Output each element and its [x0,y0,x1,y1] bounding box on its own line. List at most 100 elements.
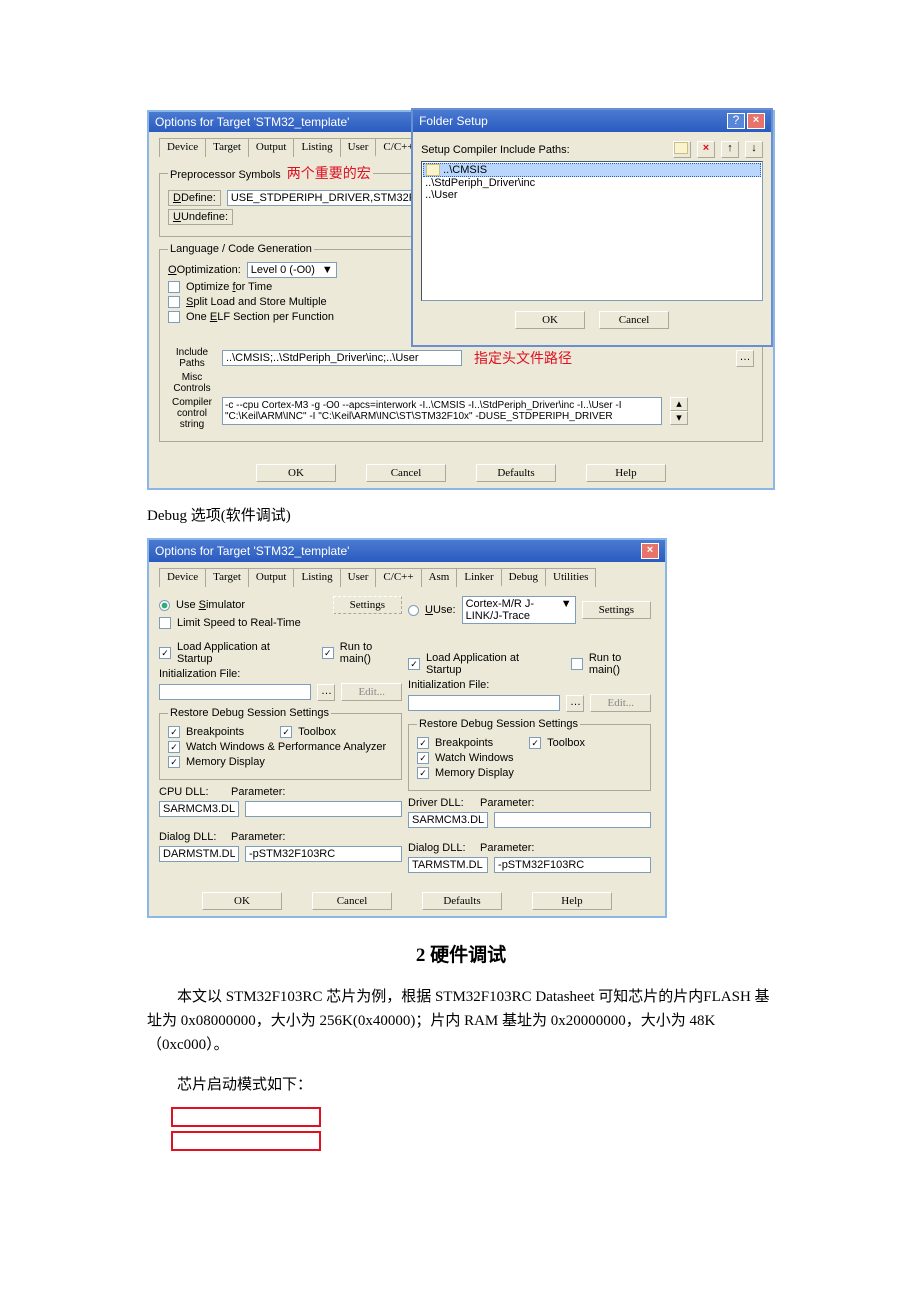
tab-target[interactable]: Target [205,138,249,157]
tab-user[interactable]: User [340,138,377,157]
browse-button-r[interactable]: … [566,695,584,712]
cancel-button[interactable]: Cancel [312,892,392,910]
settings-button-left[interactable]: Settings [333,596,402,614]
tool-check-l[interactable]: ✓ [280,726,292,738]
dialogdll-param-r[interactable] [494,857,651,873]
defaults-button[interactable]: Defaults [476,464,556,482]
tool-check-r[interactable]: ✓ [529,737,541,749]
dialogdll-input-r[interactable] [408,857,488,873]
tab-linker[interactable]: Linker [456,568,501,587]
options-folder-composite: Folder Setup ? × Setup Compiler Include … [147,110,775,490]
run-main-label-r: Run to main() [589,652,651,676]
tab-user[interactable]: User [340,568,377,587]
use-simulator-radio[interactable] [159,600,170,611]
load-app-check-l[interactable]: ✓ [159,647,171,659]
mem-check-l[interactable]: ✓ [168,756,180,768]
init-file-input-l[interactable] [159,684,311,700]
restore-legend-l: Restore Debug Session Settings [168,707,331,719]
dialogdll-param-l[interactable] [245,846,402,862]
tab-utilities[interactable]: Utilities [545,568,596,587]
tab-output[interactable]: Output [248,138,295,157]
cancel-button[interactable]: Cancel [599,311,669,329]
restore-legend-r: Restore Debug Session Settings [417,718,580,730]
optimize-time-check[interactable] [168,281,180,293]
use-label: UUse: [425,604,456,616]
folder-setup-titlebar: Folder Setup ? × [413,110,771,132]
browse-button-l[interactable]: … [317,684,335,701]
tab-device[interactable]: Device [159,138,206,157]
scroll-down-icon[interactable]: ▾ [670,411,688,425]
one-elf-check[interactable] [168,311,180,323]
new-icon[interactable] [673,141,691,158]
debug-caption: Debug 选项(软件调试) [147,504,775,528]
tab-device[interactable]: Device [159,568,206,587]
tab-target[interactable]: Target [205,568,249,587]
browse-paths-button[interactable]: … [736,350,754,367]
mem-check-r[interactable]: ✓ [417,767,429,779]
bp-check-l[interactable]: ✓ [168,726,180,738]
folder-setup-title: Folder Setup [419,114,488,128]
cpudll-param-input[interactable] [245,801,402,817]
tab-output[interactable]: Output [248,568,295,587]
use-simulator-label: Use Simulator [176,599,245,611]
defaults-button[interactable]: Defaults [422,892,502,910]
compiler-control-label: Compiler control string [168,397,216,430]
run-main-check-l[interactable]: ✓ [322,647,334,659]
param-label-l: Parameter: [231,786,285,798]
tab-asm[interactable]: Asm [421,568,458,587]
use-hw-radio[interactable] [408,605,419,616]
body-para: 本文以 STM32F103RC 芯片为例，根据 STM32F103RC Data… [147,985,775,1057]
optimization-select[interactable]: Level 0 (-O0)▼ [247,262,337,278]
list-item: ..\StdPeriph_Driver\inc [423,177,761,189]
watch-check-l[interactable]: ✓ [168,741,180,753]
include-paths-label: Include Paths [168,347,216,369]
ok-button[interactable]: OK [202,892,282,910]
debugger-select[interactable]: Cortex-M/R J-LINK/J-Trace▼ [462,596,576,624]
delete-icon[interactable]: × [697,141,715,158]
driverdll-label: Driver DLL: [408,797,474,809]
run-main-check-r[interactable] [571,658,583,670]
driverdll-param-input[interactable] [494,812,651,828]
one-elf-label: One ELF Section per Function [186,311,334,323]
move-up-icon[interactable]: ↑ [721,141,739,158]
cpudll-label: CPU DLL: [159,786,225,798]
include-paths-input[interactable] [222,350,462,366]
ok-button[interactable]: OK [256,464,336,482]
help-button[interactable]: Help [586,464,666,482]
preproc-legend: Preprocessor Symbols [170,169,281,181]
scroll-up-icon[interactable]: ▴ [670,397,688,411]
lang-legend: Language / Code Generation [168,243,314,255]
edit-button-l[interactable]: Edit... [341,683,402,701]
section-title: 2 硬件调试 [147,940,775,967]
bp-check-r[interactable]: ✓ [417,737,429,749]
settings-button-right[interactable]: Settings [582,601,651,619]
param-label-l2: Parameter: [231,831,285,843]
edit-button-r[interactable]: Edit... [590,694,651,712]
include-paths-list[interactable]: ..\CMSIS ..\StdPeriph_Driver\inc ..\User [421,161,763,301]
bootmode-para: 芯片启动模式如下： [147,1073,775,1097]
split-load-check[interactable] [168,296,180,308]
init-file-input-r[interactable] [408,695,560,711]
move-down-icon[interactable]: ↓ [745,141,763,158]
help-button[interactable]: Help [532,892,612,910]
close-icon[interactable]: × [747,113,765,129]
options-title-2: Options for Target 'STM32_template' [155,544,349,558]
limit-speed-check[interactable] [159,617,171,629]
ok-button[interactable]: OK [515,311,585,329]
cancel-button[interactable]: Cancel [366,464,446,482]
watch-check-r[interactable]: ✓ [417,752,429,764]
tab-listing[interactable]: Listing [293,138,340,157]
driverdll-input[interactable] [408,812,488,828]
tab-debug[interactable]: Debug [501,568,546,587]
macro-note: 两个重要的宏 [287,167,371,182]
run-main-label-l: Run to main() [340,641,402,665]
cpudll-input[interactable] [159,801,239,817]
tab-listing[interactable]: Listing [293,568,340,587]
red-box-2 [171,1131,321,1151]
misc-controls-label: Misc Controls [168,372,216,394]
close-icon[interactable]: × [641,543,659,559]
help-icon[interactable]: ? [727,113,745,129]
dialogdll-input-l[interactable] [159,846,239,862]
load-app-check-r[interactable]: ✓ [408,658,420,670]
tab-cpp[interactable]: C/C++ [375,568,421,587]
